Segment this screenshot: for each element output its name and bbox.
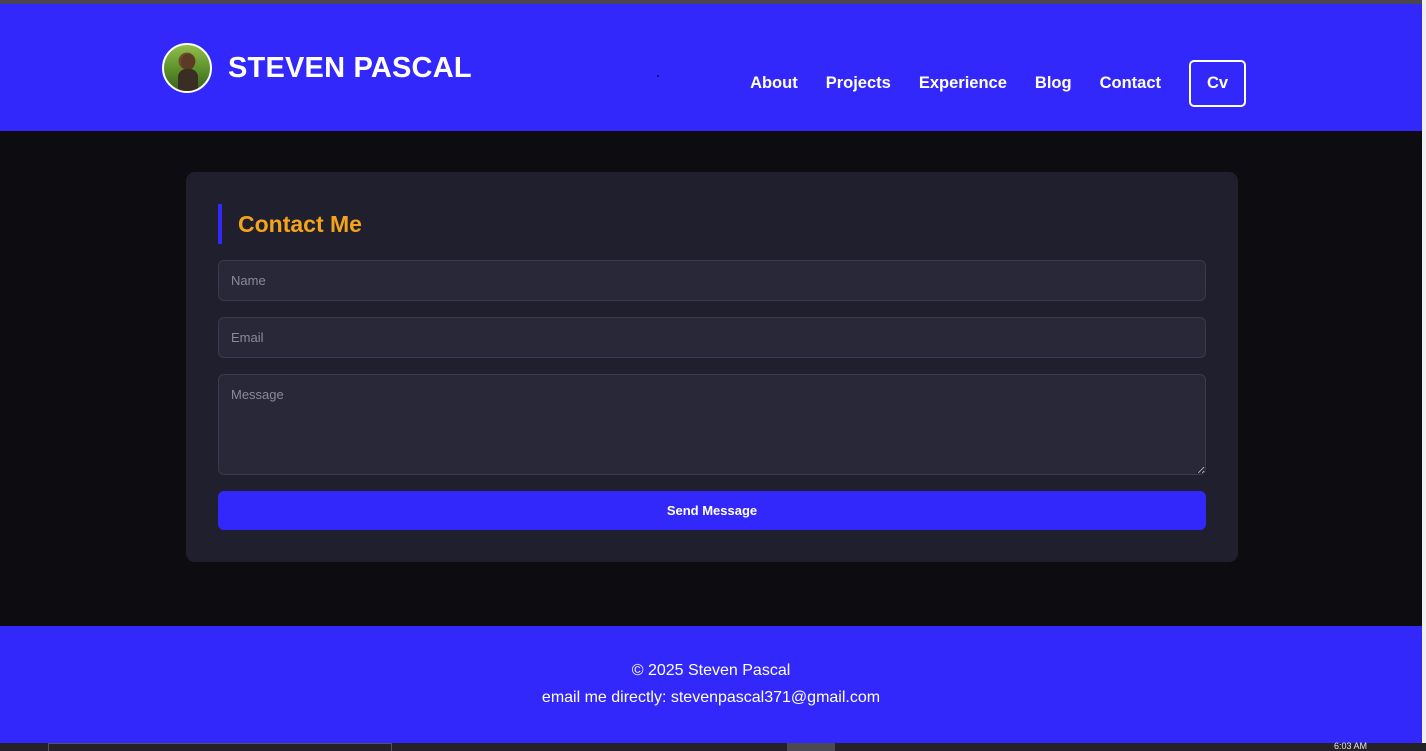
contact-card: Contact Me Send Message bbox=[186, 172, 1238, 562]
brand-name: STEVEN PASCAL bbox=[228, 51, 472, 84]
email-input[interactable] bbox=[218, 317, 1206, 358]
os-taskbar: 6:03 AM bbox=[0, 741, 1426, 751]
cv-button[interactable]: Cv bbox=[1189, 60, 1246, 107]
avatar-face bbox=[181, 54, 195, 70]
nav-link-projects[interactable]: Projects bbox=[826, 74, 891, 93]
decorative-dot bbox=[657, 75, 659, 77]
nav-link-contact[interactable]: Contact bbox=[1100, 74, 1161, 93]
send-message-button[interactable]: Send Message bbox=[218, 491, 1206, 530]
site-footer: © 2025 Steven Pascal email me directly: … bbox=[0, 626, 1422, 743]
nav-link-blog[interactable]: Blog bbox=[1035, 74, 1072, 93]
footer-email[interactable]: email me directly: stevenpascal371@gmail… bbox=[0, 689, 1422, 707]
avatar-body bbox=[178, 69, 198, 91]
name-input[interactable] bbox=[218, 260, 1206, 301]
taskbar-window-item[interactable] bbox=[48, 743, 392, 751]
brand[interactable]: STEVEN PASCAL bbox=[162, 43, 472, 93]
main-nav: About Projects Experience Blog Contact C… bbox=[750, 60, 1246, 107]
window-right-edge bbox=[1422, 0, 1426, 751]
message-textarea[interactable] bbox=[218, 374, 1206, 475]
contact-title: Contact Me bbox=[218, 204, 362, 244]
site-header: STEVEN PASCAL About Projects Experience … bbox=[0, 4, 1422, 131]
nav-link-about[interactable]: About bbox=[750, 74, 798, 93]
nav-link-experience[interactable]: Experience bbox=[919, 74, 1007, 93]
taskbar-button[interactable] bbox=[787, 743, 835, 751]
taskbar-clock: 6:03 AM bbox=[1334, 741, 1368, 751]
avatar bbox=[162, 43, 212, 93]
footer-copyright: © 2025 Steven Pascal bbox=[631, 662, 791, 679]
